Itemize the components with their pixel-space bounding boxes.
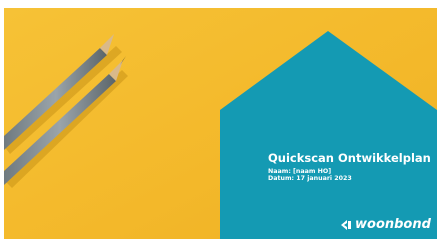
teal-house-shape [220, 31, 437, 239]
date-line: Datum: 17 januari 2023 [268, 175, 352, 183]
presentation-slide: Quickscan Ontwikkelplan Naam: [naam HO] … [0, 0, 441, 243]
slide-meta: Naam: [naam HO] Datum: 17 januari 2023 [268, 168, 438, 183]
woonbond-logo-icon [341, 220, 351, 230]
title-block: Quickscan Ontwikkelplan Naam: [naam HO] … [268, 152, 438, 183]
background-photo [4, 8, 437, 239]
woonbond-logo: woonbond [339, 217, 431, 233]
slide-title: Quickscan Ontwikkelplan [268, 151, 431, 165]
logo-text: woonbond [355, 217, 431, 232]
name-line: Naam: [naam HO] [268, 168, 332, 175]
